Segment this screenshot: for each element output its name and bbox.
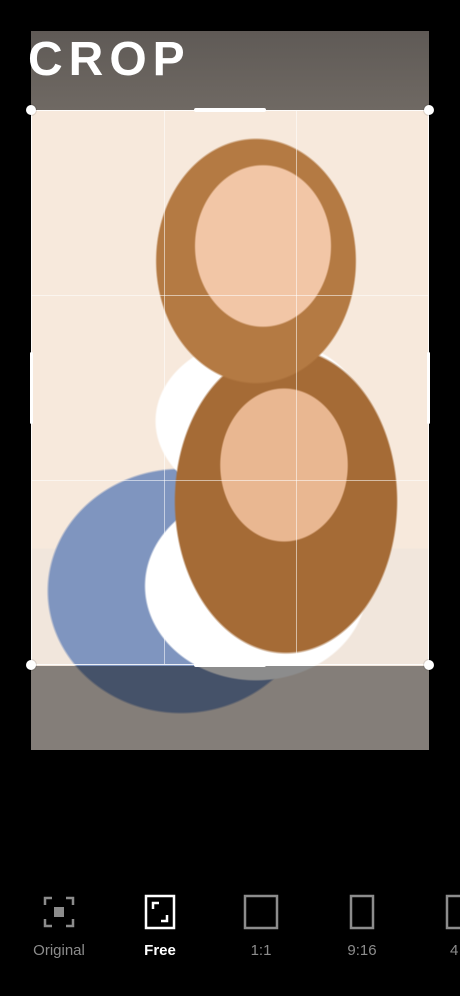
partial-ratio-icon — [410, 892, 460, 932]
aspect-original-label: Original — [33, 942, 85, 959]
aspect-partial-label: 4 — [450, 942, 459, 959]
aspect-partial-button[interactable]: 4 — [410, 892, 460, 966]
edge-handle-left[interactable] — [30, 351, 33, 424]
edge-handle-right[interactable] — [427, 351, 430, 424]
aspect-9-16-button[interactable]: 9:16 — [317, 892, 407, 966]
aspect-9-16-label: 9:16 — [347, 942, 377, 959]
crop-shade-bottom — [31, 666, 429, 750]
corner-handle-bottom-left[interactable] — [26, 660, 36, 670]
grid-line-horizontal-2 — [32, 479, 428, 481]
square-ratio-icon — [243, 892, 279, 932]
portrait-ratio-icon — [349, 892, 375, 932]
crop-frame[interactable] — [26, 105, 434, 670]
aspect-1-1-label: 1:1 — [250, 942, 272, 959]
grid-line-vertical-1 — [163, 111, 165, 664]
aspect-ratio-toolbar: Original Free 1:1 9:16 4 — [0, 880, 460, 970]
original-ratio-icon — [42, 892, 76, 932]
aspect-1-1-button[interactable]: 1:1 — [216, 892, 306, 966]
aspect-free-label: Free — [144, 942, 176, 959]
edge-handle-bottom[interactable] — [194, 663, 266, 667]
corner-handle-bottom-right[interactable] — [424, 660, 434, 670]
grid-line-horizontal-1 — [32, 295, 428, 297]
corner-handle-top-right[interactable] — [424, 105, 434, 115]
aspect-free-button[interactable]: Free — [115, 892, 205, 966]
corner-handle-top-left[interactable] — [26, 105, 36, 115]
aspect-original-button[interactable]: Original — [14, 892, 104, 966]
edge-handle-top[interactable] — [194, 108, 266, 112]
grid-line-vertical-2 — [295, 111, 297, 664]
page-title: CROP — [28, 33, 191, 86]
free-crop-icon — [144, 892, 176, 932]
